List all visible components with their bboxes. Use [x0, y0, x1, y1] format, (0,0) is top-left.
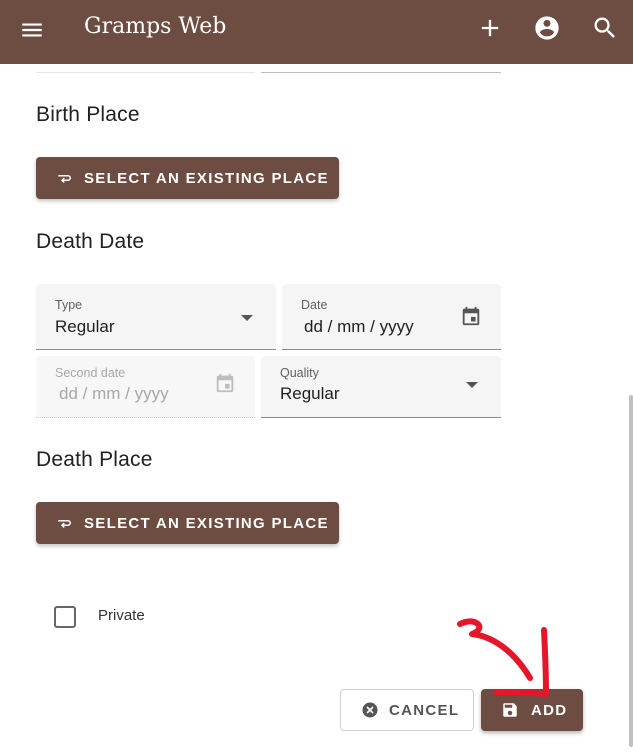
second-date-input[interactable]: Second date dd / mm / yyyy	[36, 356, 255, 418]
death-date-heading: Death Date	[36, 230, 145, 253]
death-date-input[interactable]: Date dd / mm / yyyy	[282, 284, 501, 350]
birth-place-select-button[interactable]: SELECT AN EXISTING PLACE	[36, 157, 339, 199]
calendar-icon[interactable]	[460, 305, 482, 327]
birth-place-heading: Birth Place	[36, 103, 140, 126]
quality-value: Regular	[280, 384, 340, 403]
second-date-label: Second date	[55, 366, 126, 380]
place-link-icon	[58, 175, 71, 184]
private-label: Private	[98, 607, 145, 624]
arrow-drop-down-icon	[466, 382, 478, 388]
cancel-label: CANCEL	[389, 701, 460, 719]
cancel-button[interactable]: CANCEL	[340, 689, 474, 731]
add-label: ADD	[531, 701, 568, 719]
private-checkbox[interactable]	[54, 606, 76, 628]
calendar-icon	[216, 373, 234, 393]
place-link-icon	[58, 520, 71, 529]
death-type-select[interactable]: Type Regular	[36, 284, 276, 350]
quality-label: Quality	[280, 366, 319, 380]
death-place-heading: Death Place	[36, 448, 153, 471]
death-date-placeholder: dd / mm / yyyy	[304, 317, 414, 336]
death-place-select-button[interactable]: SELECT AN EXISTING PLACE	[36, 502, 339, 544]
add-icon[interactable]	[476, 14, 504, 42]
scrollbar[interactable]	[629, 395, 633, 747]
app-bar: Gramps Web	[0, 0, 633, 64]
death-type-value: Regular	[55, 317, 115, 336]
birth-place-select-label: SELECT AN EXISTING PLACE	[84, 169, 329, 187]
death-date-label: Date	[301, 298, 328, 312]
menu-icon[interactable]	[19, 17, 45, 43]
app-title: Gramps Web	[84, 14, 227, 39]
previous-field[interactable]	[261, 64, 501, 73]
previous-field[interactable]	[36, 64, 255, 73]
death-place-select-label: SELECT AN EXISTING PLACE	[84, 514, 329, 532]
quality-select[interactable]: Quality Regular	[261, 356, 501, 418]
account-circle-icon[interactable]	[533, 14, 561, 42]
annotation-arrow	[457, 618, 549, 697]
arrow-drop-down-icon	[241, 315, 253, 321]
save-icon	[503, 703, 517, 717]
second-date-placeholder: dd / mm / yyyy	[59, 384, 169, 403]
cancel-icon	[362, 702, 378, 718]
add-button[interactable]: ADD	[481, 689, 583, 731]
search-icon[interactable]	[591, 14, 619, 42]
death-type-label: Type	[55, 298, 83, 312]
